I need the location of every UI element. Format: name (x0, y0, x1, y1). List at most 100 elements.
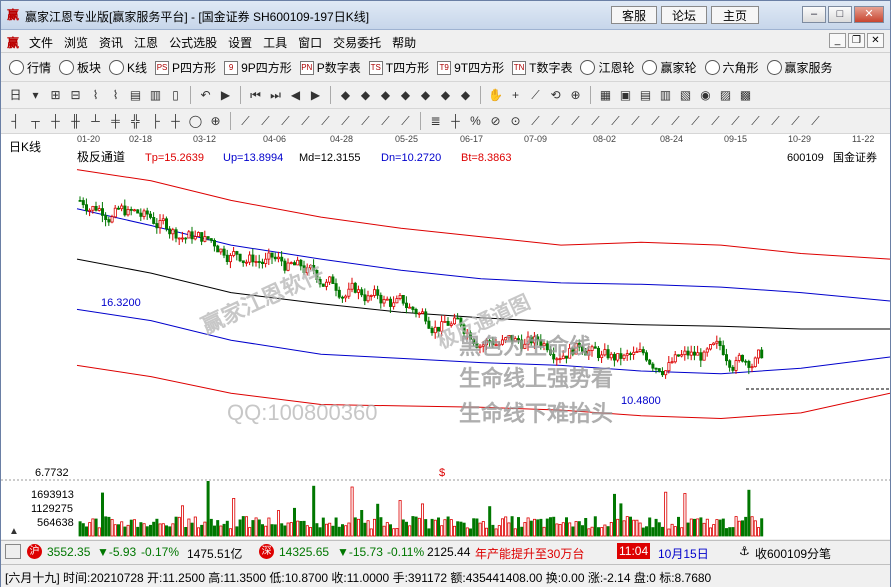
volume-scroll-icon[interactable]: ▲ (9, 526, 19, 537)
view-tool-icon[interactable]: ▾ (27, 87, 44, 104)
kline-chart[interactable]: 01-20 02-18 03-12 04-06 04-28 05-25 06-17 07-09… (1, 134, 891, 539)
view-tool-icon[interactable]: 日 (7, 87, 24, 104)
toolbar-item-1[interactable]: 板块 (59, 59, 101, 76)
draw-tool-icon[interactable]: ╪ (107, 113, 124, 130)
menu-item-3[interactable]: 江恩 (134, 34, 158, 51)
draw-tool-icon[interactable]: ⟋ (297, 113, 314, 130)
menu-item-0[interactable]: 文件 (29, 34, 53, 51)
draw-tool-icon[interactable]: ⟋ (317, 113, 334, 130)
draw-tool-icon[interactable]: ┴ (87, 113, 104, 130)
toolbar-item-10[interactable]: 赢家轮 (642, 59, 697, 76)
forum-button[interactable]: 论坛 (661, 6, 707, 24)
view-tool-icon[interactable]: ◆ (417, 87, 434, 104)
draw-tool-icon[interactable]: ⟋ (257, 113, 274, 130)
service-button[interactable]: 客服 (611, 6, 657, 24)
draw-tool-icon[interactable]: ⟋ (527, 113, 544, 130)
draw-tool-icon[interactable]: % (467, 113, 484, 130)
draw-tool-icon[interactable]: ⟋ (567, 113, 584, 130)
toolbar-item-2[interactable]: K线 (109, 59, 147, 76)
draw-tool-icon[interactable]: ⟋ (707, 113, 724, 130)
view-tool-icon[interactable]: ▩ (737, 87, 754, 104)
view-tool-icon[interactable]: ▥ (657, 87, 674, 104)
view-tool-icon[interactable]: ▣ (617, 87, 634, 104)
panel-toggle-icon[interactable] (5, 544, 21, 559)
mdi-minimize-icon[interactable]: _ (829, 33, 846, 48)
view-tool-icon[interactable]: ↶ (197, 87, 214, 104)
draw-tool-icon[interactable]: ⊙ (507, 113, 524, 130)
draw-tool-icon[interactable]: ◯ (187, 113, 204, 130)
news-ticker[interactable]: 年产能提升至30万台 (475, 545, 584, 562)
draw-tool-icon[interactable]: ⟋ (607, 113, 624, 130)
toolbar-item-5[interactable]: PN P数字表 (299, 59, 361, 76)
mdi-restore-icon[interactable]: ❐ (848, 33, 865, 48)
view-tool-icon[interactable]: ▥ (147, 87, 164, 104)
draw-tool-icon[interactable]: ⊕ (207, 113, 224, 130)
view-tool-icon[interactable]: ✋ (487, 87, 504, 104)
toolbar-item-11[interactable]: 六角形 (704, 59, 759, 76)
view-tool-icon[interactable]: ▶ (307, 87, 324, 104)
draw-tool-icon[interactable]: ⟋ (807, 113, 824, 130)
view-tool-icon[interactable]: ⊞ (47, 87, 64, 104)
toolbar-item-4[interactable]: 9 9P四方形 (224, 59, 292, 76)
view-tool-icon[interactable]: ▶ (217, 87, 234, 104)
toolbar-item-0[interactable]: 行情 (9, 59, 51, 76)
view-tool-icon[interactable]: ◆ (397, 87, 414, 104)
menu-item-9[interactable]: 帮助 (392, 34, 416, 51)
view-tool-icon[interactable]: ◆ (377, 87, 394, 104)
view-tool-icon[interactable]: ▤ (637, 87, 654, 104)
view-tool-icon[interactable]: ▨ (717, 87, 734, 104)
toolbar-item-7[interactable]: T9 9T四方形 (437, 59, 504, 76)
toolbar-item-6[interactable]: TS T四方形 (368, 59, 429, 76)
draw-tool-icon[interactable]: ⟋ (357, 113, 374, 130)
sh-badge[interactable]: 沪 (27, 544, 42, 559)
draw-tool-icon[interactable]: ┤ (7, 113, 24, 130)
draw-tool-icon[interactable]: ⟋ (377, 113, 394, 130)
draw-tool-icon[interactable]: ┬ (27, 113, 44, 130)
sz-badge[interactable]: 深 (259, 544, 274, 559)
draw-tool-icon[interactable]: ⟋ (547, 113, 564, 130)
draw-tool-icon[interactable]: ⟋ (397, 113, 414, 130)
view-tool-icon[interactable]: ▧ (677, 87, 694, 104)
menu-item-7[interactable]: 窗口 (298, 34, 322, 51)
chart-panel[interactable]: 01-20 02-18 03-12 04-06 04-28 05-25 06-17 07-09… (1, 134, 891, 539)
draw-tool-icon[interactable]: ⟋ (627, 113, 644, 130)
draw-tool-icon[interactable]: ╬ (127, 113, 144, 130)
draw-tool-icon[interactable]: ┼ (167, 113, 184, 130)
close-icon[interactable]: ✕ (854, 6, 884, 23)
view-tool-icon[interactable]: + (507, 87, 524, 104)
view-tool-icon[interactable]: ▤ (127, 87, 144, 104)
view-tool-icon[interactable]: ◆ (337, 87, 354, 104)
draw-tool-icon[interactable]: ⟋ (337, 113, 354, 130)
draw-tool-icon[interactable]: ≣ (427, 113, 444, 130)
draw-tool-icon[interactable]: ⟋ (237, 113, 254, 130)
toolbar-item-12[interactable]: 赢家服务 (766, 59, 833, 76)
menu-item-5[interactable]: 设置 (228, 34, 252, 51)
draw-tool-icon[interactable]: ⟋ (747, 113, 764, 130)
view-tool-icon[interactable]: ⏭ (267, 87, 284, 104)
view-tool-icon[interactable]: ▦ (597, 87, 614, 104)
menu-item-6[interactable]: 工具 (263, 34, 287, 51)
draw-tool-icon[interactable]: ⟋ (587, 113, 604, 130)
maximize-icon[interactable]: □ (828, 6, 852, 23)
mdi-close-icon[interactable]: ✕ (867, 33, 884, 48)
draw-tool-icon[interactable]: ├ (147, 113, 164, 130)
view-tool-icon[interactable]: ⊕ (567, 87, 584, 104)
collect-icon[interactable]: ⚓ (739, 544, 750, 558)
menu-item-8[interactable]: 交易委托 (333, 34, 381, 51)
view-tool-icon[interactable]: ⟲ (547, 87, 564, 104)
view-tool-icon[interactable]: ⌇ (107, 87, 124, 104)
view-tool-icon[interactable]: ◆ (357, 87, 374, 104)
draw-tool-icon[interactable]: ⟋ (787, 113, 804, 130)
draw-tool-icon[interactable]: ⟋ (727, 113, 744, 130)
minimize-icon[interactable]: – (802, 6, 826, 23)
draw-tool-icon[interactable]: ┼ (47, 113, 64, 130)
draw-tool-icon[interactable]: ⟋ (767, 113, 784, 130)
menu-item-1[interactable]: 浏览 (64, 34, 88, 51)
view-tool-icon[interactable]: ▯ (167, 87, 184, 104)
draw-tool-icon[interactable]: ⟋ (277, 113, 294, 130)
toolbar-item-8[interactable]: TN T数字表 (512, 59, 572, 76)
view-tool-icon[interactable]: ◀ (287, 87, 304, 104)
draw-tool-icon[interactable]: ┼ (447, 113, 464, 130)
draw-tool-icon[interactable]: ⟋ (687, 113, 704, 130)
collect-ticks-label[interactable]: 收600109分笔 (755, 545, 831, 562)
